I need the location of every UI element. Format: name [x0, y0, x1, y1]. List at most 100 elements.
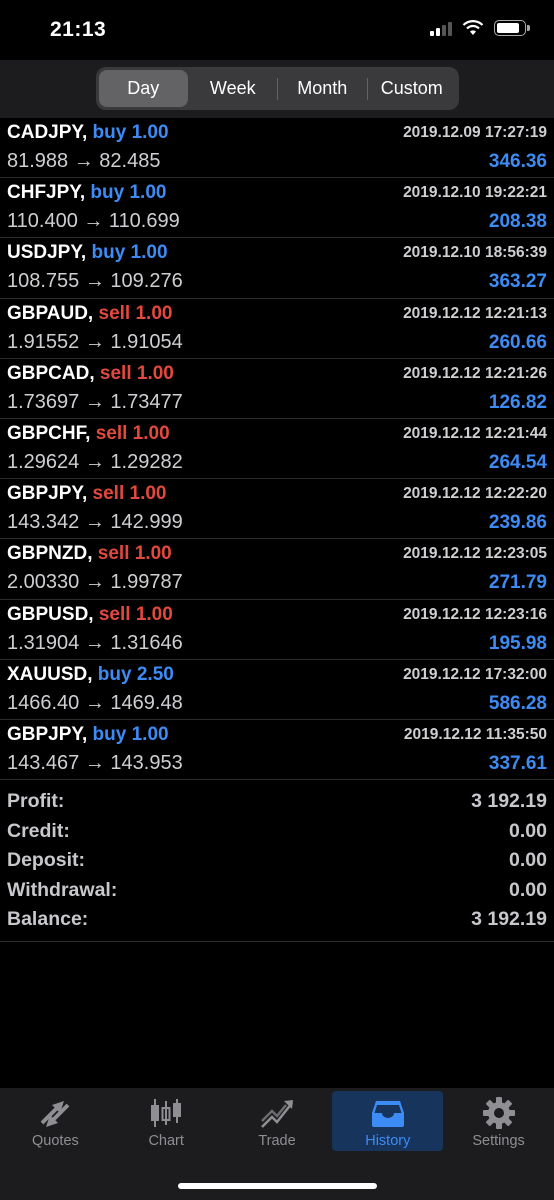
tab-label: Settings: [472, 1133, 525, 1149]
deal-symbol: USDJPY,: [7, 242, 87, 264]
deal-row[interactable]: GBPJPY, sell 1.00 2019.12.12 12:22:20 143.…: [0, 479, 554, 540]
deal-type-volume: buy 1.00: [92, 122, 169, 143]
deal-header: GBPNZD, sell 1.00: [7, 543, 172, 565]
cellular-signal-icon: [430, 20, 452, 36]
summary-row: Withdrawal: 0.00: [0, 877, 554, 907]
deal-time: 2019.12.12 12:22:20: [403, 485, 547, 503]
deal-row[interactable]: CHFJPY, buy 1.00 2019.12.10 19:22:21 110.4…: [0, 178, 554, 239]
deal-profit: 195.98: [488, 632, 547, 654]
deal-prices: 1.91552 → 1.91054: [7, 330, 183, 353]
deal-header: GBPCHF, sell 1.00: [7, 423, 170, 445]
deal-time: 2019.12.12 11:35:50: [403, 725, 547, 743]
deal-prices: 1.73697 → 1.73477: [7, 390, 183, 413]
deal-header: USDJPY, buy 1.00: [7, 242, 168, 264]
deal-time: 2019.12.12 12:21:26: [403, 364, 547, 382]
tab-quotes[interactable]: Quotes: [0, 1091, 111, 1151]
deal-profit: 208.38: [488, 211, 547, 233]
summary-label: Balance:: [7, 908, 89, 931]
tab-history[interactable]: History: [332, 1091, 444, 1151]
summary-value: 0.00: [509, 819, 547, 842]
deal-type-volume: sell 1.00: [99, 362, 174, 384]
deal-prices: 110.400 → 110.699: [7, 210, 180, 233]
deal-prices: 1.31904 → 1.31646: [7, 631, 183, 654]
tab-label: Quotes: [32, 1133, 79, 1149]
history-icon: [371, 1101, 404, 1127]
deal-row[interactable]: USDJPY, buy 1.00 2019.12.10 18:56:39 108.7…: [0, 238, 554, 299]
deal-prices: 108.755 → 109.276: [7, 270, 183, 293]
summary-label: Profit:: [7, 790, 65, 812]
deal-header: XAUUSD, buy 2.50: [7, 664, 174, 686]
deal-profit: 363.27: [488, 271, 547, 293]
deal-profit: 586.28: [488, 692, 547, 714]
tab-label: History: [365, 1133, 411, 1149]
deal-prices: 1.29624 → 1.29282: [7, 450, 183, 473]
deal-time: 2019.12.09 17:27:19: [403, 124, 547, 141]
deal-symbol: CHFJPY,: [7, 182, 86, 204]
deal-type-volume: buy 2.50: [97, 663, 174, 685]
deal-row[interactable]: GBPJPY, buy 1.00 2019.12.12 11:35:50 143.4…: [0, 720, 554, 781]
deal-row[interactable]: XAUUSD, buy 2.50 2019.12.12 17:32:00 1466.…: [0, 660, 554, 720]
period-segmented-control: Day Week Month Custom: [96, 67, 459, 110]
summary-row: Profit: 3 192.19: [0, 788, 554, 818]
deal-time: 2019.12.10 19:22:21: [403, 184, 547, 202]
summary-value: 0.00: [509, 849, 547, 872]
deal-header: GBPCAD, sell 1.00: [7, 363, 174, 385]
summary-value: 3 192.19: [471, 790, 547, 812]
deal-profit: 271.79: [488, 572, 547, 594]
deal-symbol: GBPAUD,: [7, 302, 94, 324]
deal-profit: 126.82: [488, 391, 547, 413]
account-summary: Profit: 3 192.19 Credit: 0.00 Deposit: 0.00 Wi…: [0, 788, 554, 942]
header: Day Week Month Custom: [0, 60, 554, 118]
deal-row[interactable]: GBPCAD, sell 1.00 2019.12.12 12:21:26 1.73…: [0, 359, 554, 419]
segment-week[interactable]: Week: [189, 70, 278, 107]
deal-time: 2019.12.12 12:23:16: [403, 605, 547, 623]
deal-type-volume: sell 1.00: [95, 422, 170, 444]
deal-row[interactable]: GBPAUD, sell 1.00 2019.12.12 12:21:13 1.91…: [0, 299, 554, 359]
home-indicator: [178, 1183, 377, 1189]
segment-day[interactable]: Day: [99, 70, 188, 107]
deal-row[interactable]: GBPUSD, sell 1.00 2019.12.12 12:23:16 1.31…: [0, 600, 554, 660]
status-time: 21:13: [50, 18, 107, 41]
tab-label: Chart: [148, 1133, 184, 1149]
deal-time: 2019.12.12 17:32:00: [403, 665, 547, 683]
deal-header: GBPJPY, sell 1.00: [7, 483, 167, 505]
deal-header: GBPAUD, sell 1.00: [7, 303, 172, 325]
deal-time: 2019.12.12 12:23:05: [403, 545, 547, 563]
deal-symbol: CADJPY,: [7, 122, 88, 143]
deal-row[interactable]: CADJPY, buy 1.00 2019.12.09 17:27:19 81.98…: [0, 118, 554, 179]
summary-row: Deposit: 0.00: [0, 847, 554, 877]
segment-custom[interactable]: Custom: [368, 70, 457, 107]
deal-type-volume: buy 1.00: [90, 182, 167, 204]
quotes-icon: [40, 1101, 70, 1127]
deal-time: 2019.12.10 18:56:39: [403, 244, 547, 262]
summary-value: 0.00: [509, 878, 547, 901]
deal-header: GBPUSD, sell 1.00: [7, 604, 173, 626]
deal-symbol: GBPJPY,: [7, 723, 88, 745]
summary-label: Withdrawal:: [7, 878, 118, 901]
deal-row[interactable]: GBPCHF, sell 1.00 2019.12.12 12:21:44 1.29…: [0, 419, 554, 480]
deal-symbol: GBPUSD,: [7, 603, 94, 625]
deal-symbol: XAUUSD,: [7, 663, 93, 685]
deal-profit: 346.36: [488, 151, 547, 172]
deal-symbol: GBPNZD,: [7, 543, 93, 565]
deal-header: CADJPY, buy 1.00: [7, 122, 169, 144]
status-bar: 21:13: [0, 0, 554, 60]
tab-label: Trade: [258, 1133, 296, 1149]
tab-trade[interactable]: Trade: [222, 1091, 333, 1151]
tab-settings[interactable]: Settings: [443, 1091, 554, 1151]
deal-prices: 2.00330 → 1.99787: [7, 571, 183, 594]
deal-type-volume: sell 1.00: [98, 302, 173, 324]
deal-type-volume: sell 1.00: [98, 603, 173, 625]
summary-row: Credit: 0.00: [0, 818, 554, 848]
summary-label: Credit:: [7, 819, 70, 842]
deal-type-volume: sell 1.00: [92, 483, 167, 505]
deal-symbol: GBPCAD,: [7, 362, 95, 384]
status-icons: [430, 20, 530, 36]
deal-row[interactable]: GBPNZD, sell 1.00 2019.12.12 12:23:05 2.00…: [0, 539, 554, 600]
deal-time: 2019.12.12 12:21:44: [403, 424, 547, 442]
wifi-icon: [462, 20, 484, 35]
deal-profit: 264.54: [488, 451, 547, 473]
tab-chart[interactable]: Chart: [111, 1091, 222, 1151]
deal-prices: 143.342 → 142.999: [7, 511, 183, 534]
segment-month[interactable]: Month: [278, 70, 367, 107]
